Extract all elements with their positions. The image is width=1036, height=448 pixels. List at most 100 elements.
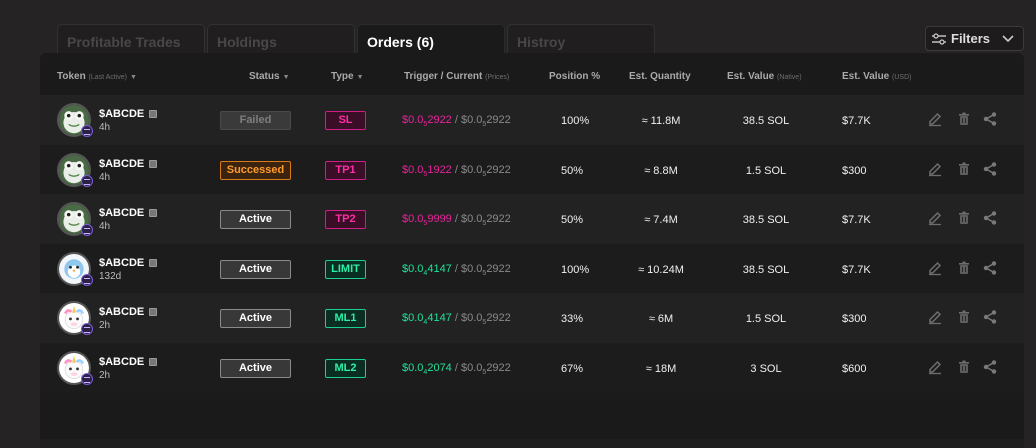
token-name: $ABCDE <box>99 207 145 219</box>
token-last-active: 2h <box>99 320 111 331</box>
token-name: $ABCDE <box>99 157 145 170</box>
token-last-active: 4h <box>99 171 111 183</box>
tab-holdings[interactable]: Holdings <box>207 24 355 54</box>
share-icon[interactable] <box>982 210 998 226</box>
est-value-native: 38.5 SOL <box>742 263 790 276</box>
trigger-price: $0.052922 <box>402 114 452 129</box>
trash-icon[interactable] <box>956 309 972 325</box>
table-row[interactable]: $ABCDE 4h Failed SL $0.052922 / $0.052922 100… <box>40 95 1024 145</box>
trash-icon[interactable] <box>956 210 972 226</box>
est-value-native: 1.5 SOL <box>745 164 787 177</box>
solana-chain-icon <box>81 372 93 385</box>
column-status[interactable]: Status ▼ <box>249 71 290 82</box>
est-value-usd: $600 <box>842 362 867 375</box>
order-type-badge: TP2 <box>325 210 366 229</box>
table-row[interactable]: $ABCDE 2h Active ML2 $0.042074 / $0.052922 67… <box>40 342 1024 393</box>
position-percent: 100% <box>561 263 590 276</box>
solana-chain-icon <box>81 174 93 187</box>
order-type-badge: ML2 <box>325 358 366 378</box>
position-percent: 67% <box>561 362 584 375</box>
copy-icon[interactable] <box>149 209 157 217</box>
token-name: $ABCDE <box>99 306 145 318</box>
table-row[interactable]: $ABCDE 132d Active LIMIT $0.044147 / $0.0529… <box>40 243 1024 294</box>
edit-icon[interactable] <box>927 359 943 375</box>
token-last-active: 4h <box>99 221 111 232</box>
chevron-down-icon <box>1002 34 1014 42</box>
trash-icon[interactable] <box>956 359 972 375</box>
column-quantity: Est. Quantity <box>629 71 691 82</box>
trigger-current-price: $0.044147 / $0.052922 <box>402 262 511 277</box>
trigger-price: $0.051922 <box>402 163 452 178</box>
share-icon[interactable] <box>982 359 998 375</box>
current-price: $0.052922 <box>460 163 511 178</box>
edit-icon[interactable] <box>927 111 943 127</box>
copy-icon[interactable] <box>149 159 157 168</box>
column-value-native: Est. Value (Native) <box>727 71 802 82</box>
share-icon[interactable] <box>982 161 998 177</box>
table-row[interactable]: $ABCDE 4h Active TP2 $0.059999 / $0.052922 50… <box>40 194 1024 244</box>
table-footer <box>40 439 1024 448</box>
column-token[interactable]: Token (Last Active) ▼ <box>57 71 137 82</box>
est-value-usd: $7.7K <box>842 115 871 127</box>
token-name: $ABCDE <box>99 108 145 120</box>
column-type[interactable]: Type ▼ <box>331 71 364 82</box>
trigger-current-price: $0.052922 / $0.052922 <box>402 114 511 129</box>
copy-icon[interactable] <box>149 308 157 316</box>
position-percent: 100% <box>561 115 590 127</box>
share-icon[interactable] <box>982 260 998 276</box>
trash-icon[interactable] <box>956 161 972 177</box>
tab-label: Profitable Trades <box>67 34 181 50</box>
order-type-badge: ML1 <box>325 309 366 328</box>
trigger-price: $0.042074 <box>402 361 452 376</box>
current-price: $0.052922 <box>460 114 511 129</box>
current-price: $0.052922 <box>460 361 511 376</box>
token-name: $ABCDE <box>99 355 145 368</box>
trigger-price: $0.044147 <box>402 262 452 277</box>
token-last-active: 4h <box>99 122 111 133</box>
edit-icon[interactable] <box>927 161 943 177</box>
est-value-native: 38.5 SOL <box>742 115 790 127</box>
tab-orders[interactable]: Orders (6) <box>357 24 505 54</box>
sort-caret-icon: ▼ <box>130 74 137 81</box>
table-header: Token (Last Active) ▼ Status ▼ Type ▼ Trigg… <box>40 53 1024 95</box>
status-badge: Active <box>220 358 291 378</box>
token-last-active: 132d <box>99 270 122 282</box>
edit-icon[interactable] <box>927 260 943 276</box>
est-value-native: 1.5 SOL <box>745 313 787 325</box>
copy-icon[interactable] <box>149 110 157 118</box>
est-value-native: 38.5 SOL <box>742 214 790 226</box>
column-position: Position % <box>549 71 601 82</box>
trigger-price: $0.059999 <box>402 213 452 228</box>
table-row[interactable]: $ABCDE 4h Successed TP1 $0.051922 / $0.05292… <box>40 144 1024 195</box>
trash-icon[interactable] <box>956 260 972 276</box>
est-quantity: ≈ 18M <box>645 362 677 375</box>
sort-caret-icon: ▼ <box>282 74 290 81</box>
current-price: $0.052922 <box>460 312 511 327</box>
est-quantity: ≈ 10.24M <box>638 263 684 276</box>
edit-icon[interactable] <box>927 309 943 325</box>
position-percent: 50% <box>561 214 584 226</box>
tab-label: Orders (6) <box>367 34 434 50</box>
tab-history[interactable]: Histroy <box>507 24 655 54</box>
token-name: $ABCDE <box>99 256 145 269</box>
tab-profitable-trades[interactable]: Profitable Trades <box>57 24 205 54</box>
copy-icon[interactable] <box>149 258 157 267</box>
table-row[interactable]: $ABCDE 2h Active ML1 $0.044147 / $0.052922 33… <box>40 293 1024 343</box>
filters-label: Filters <box>951 31 991 46</box>
status-badge: Active <box>220 210 291 229</box>
trigger-current-price: $0.044147 / $0.052922 <box>402 312 511 327</box>
solana-chain-icon <box>81 273 93 286</box>
share-icon[interactable] <box>982 111 998 127</box>
trash-icon[interactable] <box>956 111 972 127</box>
trigger-current-price: $0.051922 / $0.052922 <box>402 163 511 178</box>
share-icon[interactable] <box>982 309 998 325</box>
edit-icon[interactable] <box>927 210 943 226</box>
solana-chain-icon <box>81 224 93 236</box>
order-type-badge: LIMIT <box>325 259 366 279</box>
copy-icon[interactable] <box>149 357 157 366</box>
orders-panel: Token (Last Active) ▼ Status ▼ Type ▼ Trigg… <box>40 53 1024 448</box>
trigger-price: $0.044147 <box>402 312 452 327</box>
current-price: $0.052922 <box>460 262 511 277</box>
current-price: $0.052922 <box>460 213 511 228</box>
filters-button[interactable]: Filters <box>925 26 1024 51</box>
